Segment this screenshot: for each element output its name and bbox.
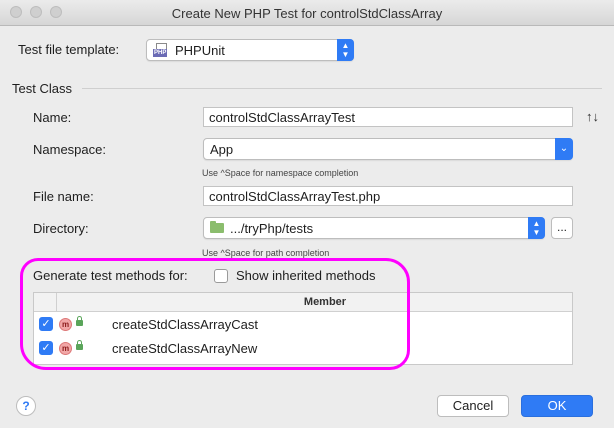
ok-button[interactable]: OK [521, 395, 593, 417]
section-divider [82, 88, 602, 89]
namespace-hint: Use ^Space for namespace completion [202, 168, 359, 178]
table-header: Member [34, 293, 572, 312]
browse-directory-button[interactable]: ... [551, 217, 573, 239]
namespace-label: Namespace: [33, 142, 106, 157]
folder-icon [210, 221, 224, 233]
cancel-button[interactable]: Cancel [437, 395, 509, 417]
template-select[interactable]: PHP PHPUnit ▲ ▼ [146, 39, 354, 61]
lock-icon [76, 340, 83, 350]
name-field[interactable]: controlStdClassArrayTest [203, 107, 573, 127]
name-value: controlStdClassArrayTest [209, 110, 355, 125]
help-button[interactable]: ? [16, 396, 36, 416]
generate-methods-label: Generate test methods for: [33, 268, 188, 283]
row-checkbox[interactable]: ✓ [39, 317, 53, 331]
method-icon: m [59, 318, 72, 331]
directory-hint: Use ^Space for path completion [202, 248, 330, 258]
table-row[interactable]: ✓ m createStdClassArrayCast [34, 313, 572, 337]
method-name: createStdClassArrayNew [112, 341, 258, 356]
name-label: Name: [33, 110, 72, 125]
show-inherited-label: Show inherited methods [236, 268, 376, 283]
lock-icon [76, 316, 83, 326]
method-icon: m [59, 342, 72, 355]
select-stepper-icon: ▲ ▼ [528, 217, 545, 239]
template-value: PHPUnit [175, 43, 225, 58]
directory-select[interactable]: .../tryPhp/tests ▲ ▼ [203, 217, 545, 239]
swap-sort-icon[interactable]: ↑↓ [586, 109, 599, 124]
member-column-header[interactable]: Member [34, 296, 572, 308]
template-label: Test file template: [18, 42, 120, 57]
table-row[interactable]: ✓ m createStdClassArrayNew [34, 337, 572, 361]
phpunit-icon: PHP [153, 43, 171, 57]
file-name-field[interactable]: controlStdClassArrayTest.php [203, 186, 573, 206]
file-name-label: File name: [33, 189, 94, 204]
namespace-select[interactable]: App ⌄ [203, 138, 573, 160]
chevron-down-icon: ⌄ [555, 138, 573, 160]
directory-label: Directory: [33, 221, 89, 236]
section-title-test-class: Test Class [12, 81, 72, 96]
method-name: createStdClassArrayCast [112, 317, 258, 332]
show-inherited-checkbox[interactable] [214, 269, 228, 283]
window-title: Create New PHP Test for controlStdClassA… [171, 6, 443, 21]
directory-value: .../tryPhp/tests [230, 221, 314, 236]
row-checkbox[interactable]: ✓ [39, 341, 53, 355]
namespace-value: App [210, 142, 234, 157]
select-stepper-icon: ▲ ▼ [337, 39, 354, 61]
title-bar: Create New PHP Test for controlStdClassA… [0, 0, 614, 26]
file-name-value: controlStdClassArrayTest.php [209, 189, 381, 204]
methods-table: Member ✓ m createStdClassArrayCast ✓ m c… [33, 292, 573, 365]
